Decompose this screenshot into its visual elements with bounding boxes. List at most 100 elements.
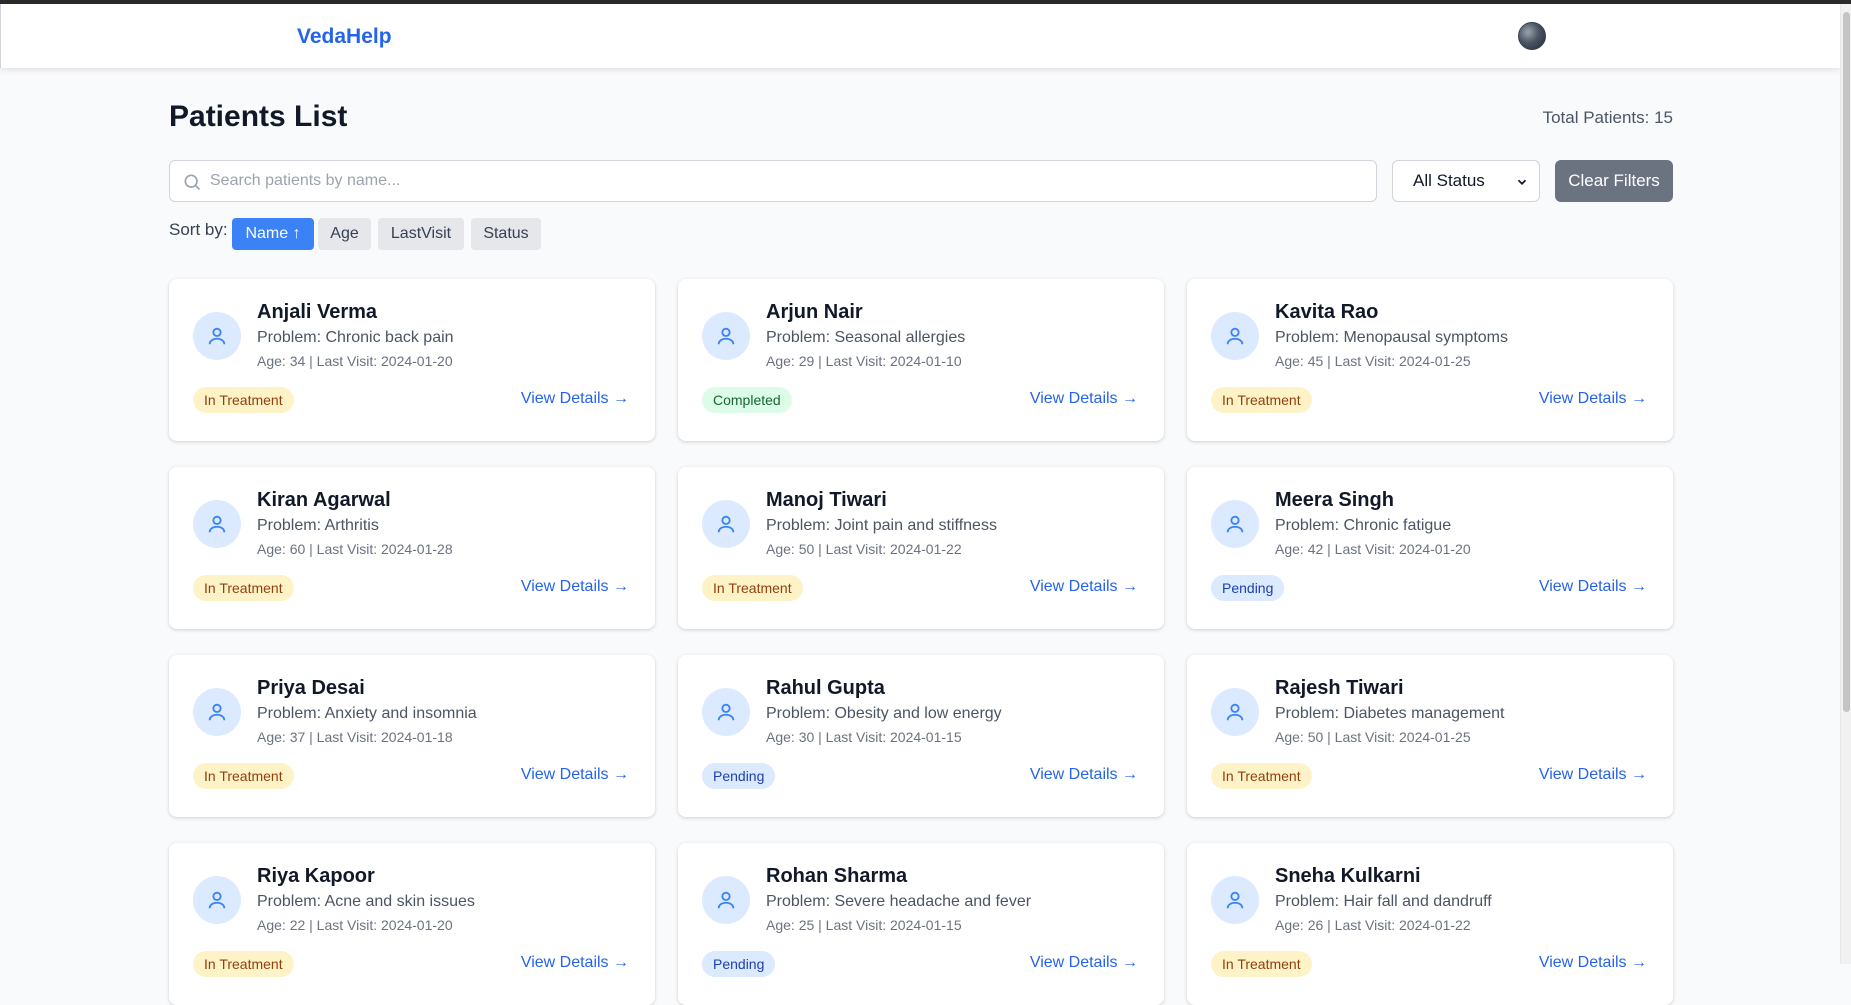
- patient-card[interactable]: Priya Desai Problem: Anxiety and insomnia…: [169, 655, 655, 817]
- patient-name: Kavita Rao: [1275, 301, 1379, 323]
- patient-name: Rahul Gupta: [766, 677, 885, 699]
- patient-problem: Problem: Chronic fatigue: [1275, 517, 1452, 534]
- app-header: VedaHelp: [0, 4, 1840, 68]
- status-filter-select[interactable]: All Status: [1392, 160, 1540, 202]
- sort-lastvisit-button[interactable]: LastVisit: [378, 218, 464, 250]
- view-details-link[interactable]: View Details →: [521, 954, 629, 972]
- status-badge: In Treatment: [1211, 387, 1312, 413]
- view-details-link[interactable]: View Details →: [521, 766, 629, 784]
- patient-problem: Problem: Seasonal allergies: [766, 329, 966, 346]
- patient-avatar: [193, 688, 241, 736]
- patient-card[interactable]: Rajesh Tiwari Problem: Diabetes managemen…: [1187, 655, 1673, 817]
- patient-meta: Age: 29 | Last Visit: 2024-01-10: [766, 353, 962, 369]
- view-details-link[interactable]: View Details →: [1539, 766, 1647, 784]
- patient-problem: Problem: Chronic back pain: [257, 329, 454, 346]
- patient-card[interactable]: Manoj Tiwari Problem: Joint pain and stif…: [678, 467, 1164, 629]
- chevron-down-icon: [1517, 179, 1527, 185]
- patient-problem: Problem: Diabetes management: [1275, 705, 1505, 722]
- patient-name: Arjun Nair: [766, 301, 863, 323]
- patient-meta: Age: 50 | Last Visit: 2024-01-25: [1275, 729, 1471, 745]
- patient-name: Meera Singh: [1275, 489, 1394, 511]
- view-details-link[interactable]: View Details →: [1539, 954, 1647, 972]
- patient-avatar: [702, 500, 750, 548]
- brand-logo[interactable]: VedaHelp: [297, 25, 392, 49]
- patient-problem: Problem: Arthritis: [257, 517, 379, 534]
- user-avatar[interactable]: [1518, 22, 1546, 50]
- patient-name: Priya Desai: [257, 677, 365, 699]
- sort-age-button[interactable]: Age: [318, 218, 371, 250]
- status-badge: In Treatment: [1211, 763, 1312, 789]
- patient-problem: Problem: Obesity and low energy: [766, 705, 1002, 722]
- view-details-link[interactable]: View Details →: [1539, 578, 1647, 596]
- patient-meta: Age: 25 | Last Visit: 2024-01-15: [766, 917, 962, 933]
- patient-name: Riya Kapoor: [257, 865, 375, 887]
- patient-name: Manoj Tiwari: [766, 489, 887, 511]
- patient-name: Kiran Agarwal: [257, 489, 391, 511]
- user-icon: [1226, 703, 1244, 721]
- page-title: Patients List: [169, 100, 348, 133]
- view-details-link[interactable]: View Details →: [1030, 766, 1138, 784]
- status-badge: Pending: [1211, 575, 1285, 601]
- patient-meta: Age: 30 | Last Visit: 2024-01-15: [766, 729, 962, 745]
- status-badge: In Treatment: [193, 951, 294, 977]
- user-icon: [1226, 327, 1244, 345]
- patient-problem: Problem: Acne and skin issues: [257, 893, 475, 910]
- patient-problem: Problem: Hair fall and dandruff: [1275, 893, 1492, 910]
- status-badge: In Treatment: [193, 763, 294, 789]
- patient-name: Rajesh Tiwari: [1275, 677, 1404, 699]
- status-badge: Completed: [702, 387, 792, 413]
- user-icon: [717, 891, 735, 909]
- view-details-link[interactable]: View Details →: [1539, 390, 1647, 408]
- patient-meta: Age: 45 | Last Visit: 2024-01-25: [1275, 353, 1471, 369]
- user-icon: [1226, 515, 1244, 533]
- search-box[interactable]: [169, 160, 1377, 202]
- patient-avatar: [702, 688, 750, 736]
- patient-avatar: [1211, 876, 1259, 924]
- view-details-link[interactable]: View Details →: [1030, 954, 1138, 972]
- status-badge: In Treatment: [702, 575, 803, 601]
- status-filter-value: All Status: [1413, 171, 1485, 190]
- patient-avatar: [702, 876, 750, 924]
- page-scrollbar[interactable]: [1840, 4, 1851, 964]
- view-details-link[interactable]: View Details →: [521, 390, 629, 408]
- patient-name: Sneha Kulkarni: [1275, 865, 1421, 887]
- patient-avatar: [193, 312, 241, 360]
- patient-card[interactable]: Anjali Verma Problem: Chronic back pain Ag…: [169, 279, 655, 441]
- view-details-link[interactable]: View Details →: [1030, 578, 1138, 596]
- status-badge: Pending: [702, 763, 776, 789]
- patient-card[interactable]: Meera Singh Problem: Chronic fatigue Age: …: [1187, 467, 1673, 629]
- patient-card[interactable]: Riya Kapoor Problem: Acne and skin issues…: [169, 843, 655, 1005]
- patient-meta: Age: 22 | Last Visit: 2024-01-20: [257, 917, 453, 933]
- patient-meta: Age: 37 | Last Visit: 2024-01-18: [257, 729, 453, 745]
- patient-problem: Problem: Severe headache and fever: [766, 893, 1032, 910]
- patient-meta: Age: 26 | Last Visit: 2024-01-22: [1275, 917, 1471, 933]
- patient-avatar: [702, 312, 750, 360]
- status-badge: In Treatment: [1211, 951, 1312, 977]
- view-details-link[interactable]: View Details →: [1030, 390, 1138, 408]
- search-input[interactable]: [210, 161, 1370, 201]
- user-icon: [717, 703, 735, 721]
- patient-card[interactable]: Rahul Gupta Problem: Obesity and low ener…: [678, 655, 1164, 817]
- sort-status-button[interactable]: Status: [471, 218, 541, 250]
- patient-avatar: [1211, 688, 1259, 736]
- patient-card[interactable]: Sneha Kulkarni Problem: Hair fall and dan…: [1187, 843, 1673, 1005]
- user-icon: [208, 515, 226, 533]
- view-details-link[interactable]: View Details →: [521, 578, 629, 596]
- sort-label: Sort by:: [169, 220, 228, 239]
- patient-name: Anjali Verma: [257, 301, 378, 323]
- patient-card[interactable]: Arjun Nair Problem: Seasonal allergies Age…: [678, 279, 1164, 441]
- patient-problem: Problem: Joint pain and stiffness: [766, 517, 997, 534]
- sort-name-button[interactable]: Name ↑: [232, 218, 314, 250]
- clear-filters-button[interactable]: Clear Filters: [1555, 160, 1673, 202]
- patient-problem: Problem: Menopausal symptoms: [1275, 329, 1508, 346]
- total-patients-count: Total Patients: 15: [1542, 108, 1673, 127]
- status-badge: In Treatment: [193, 575, 294, 601]
- patient-card[interactable]: Kiran Agarwal Problem: Arthritis Age: 60 |…: [169, 467, 655, 629]
- scrollbar-thumb[interactable]: [1843, 12, 1850, 712]
- patient-avatar: [1211, 312, 1259, 360]
- patient-meta: Age: 50 | Last Visit: 2024-01-22: [766, 541, 962, 557]
- user-icon: [208, 327, 226, 345]
- patient-card[interactable]: Rohan Sharma Problem: Severe headache and…: [678, 843, 1164, 1005]
- patient-card[interactable]: Kavita Rao Problem: Menopausal symptoms Ag…: [1187, 279, 1673, 441]
- user-icon: [717, 327, 735, 345]
